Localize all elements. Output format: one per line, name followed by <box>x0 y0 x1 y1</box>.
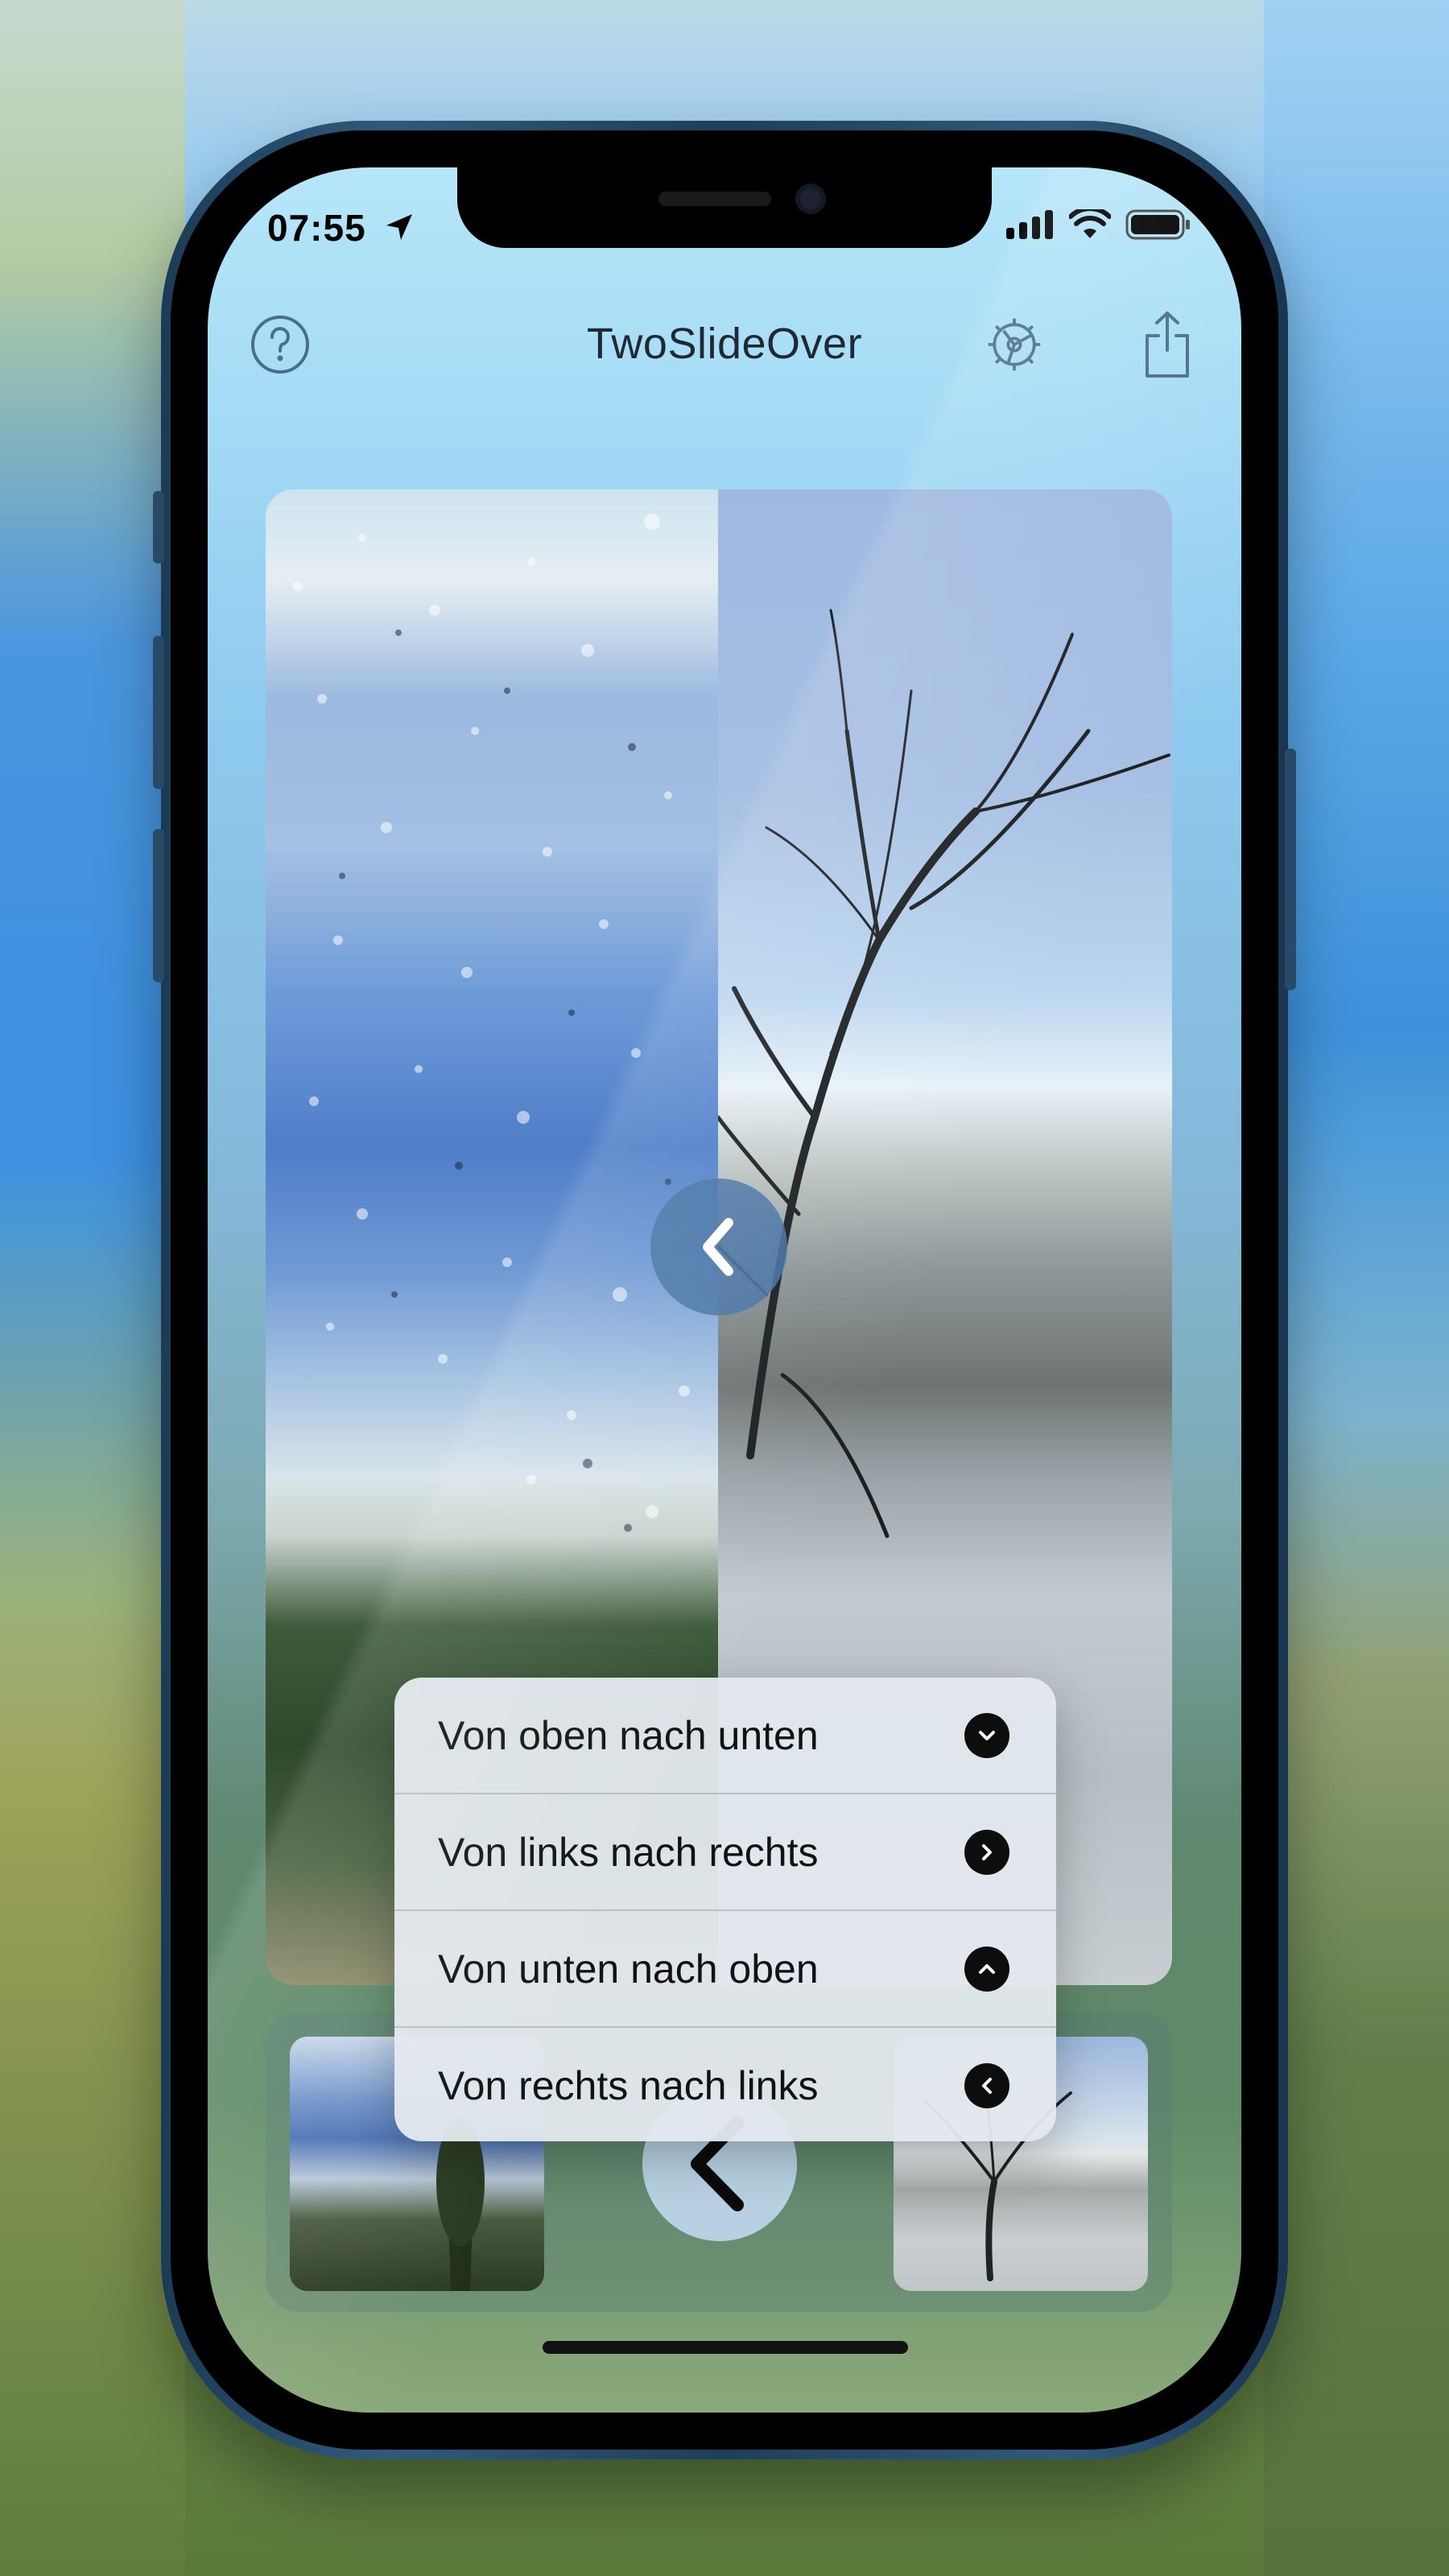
app-title: TwoSlideOver <box>586 320 863 368</box>
menu-item-label: Von unten nach oben <box>438 1946 819 1992</box>
wifi-icon <box>1069 209 1111 238</box>
power-button <box>1285 749 1296 990</box>
background-right <box>1264 0 1449 2576</box>
home-indicator[interactable] <box>543 2341 908 2354</box>
background-left <box>0 0 185 2576</box>
slider-handle[interactable] <box>650 1179 787 1315</box>
menu-item-bottom-to-top[interactable]: Von unten nach oben <box>394 1911 1056 2026</box>
cellular-signal-icon <box>1006 210 1053 239</box>
gear-icon <box>988 318 1041 371</box>
screen: 07:55 TwoSlideOver Von oben nach unten V… <box>208 167 1241 2413</box>
menu-item-right-to-left[interactable]: Von rechts nach links <box>394 2028 1056 2141</box>
earpiece <box>658 192 771 206</box>
settings-button[interactable] <box>984 314 1045 375</box>
volume-up-button <box>153 636 164 789</box>
menu-item-top-to-bottom[interactable]: Von oben nach unten <box>394 1678 1056 1793</box>
menu-item-label: Von rechts nach links <box>438 2062 819 2108</box>
chevron-left-circle-icon <box>964 2062 1009 2108</box>
status-indicators <box>1006 209 1191 240</box>
battery-icon <box>1125 209 1190 240</box>
chevron-left-icon <box>703 1218 733 1276</box>
chevron-up-circle-icon <box>964 1946 1009 1992</box>
chevron-down-circle-icon <box>964 1712 1009 1758</box>
menu-item-label: Von oben nach unten <box>438 1712 819 1758</box>
location-arrow-icon <box>386 214 412 240</box>
share-button[interactable] <box>1137 306 1198 383</box>
phone-frame: 07:55 TwoSlideOver Von oben nach unten V… <box>153 121 1296 2459</box>
mute-switch <box>153 491 164 564</box>
chevron-right-circle-icon <box>964 1829 1009 1875</box>
menu-item-left-to-right[interactable]: Von links nach rechts <box>394 1794 1056 1909</box>
share-icon <box>1146 312 1189 378</box>
direction-menu: Von oben nach unten Von links nach recht… <box>394 1678 1056 2141</box>
notch <box>457 167 992 248</box>
front-camera <box>795 184 826 214</box>
volume-down-button <box>153 829 164 982</box>
menu-item-label: Von links nach rechts <box>438 1829 819 1875</box>
status-time: 07:55 <box>267 207 366 249</box>
